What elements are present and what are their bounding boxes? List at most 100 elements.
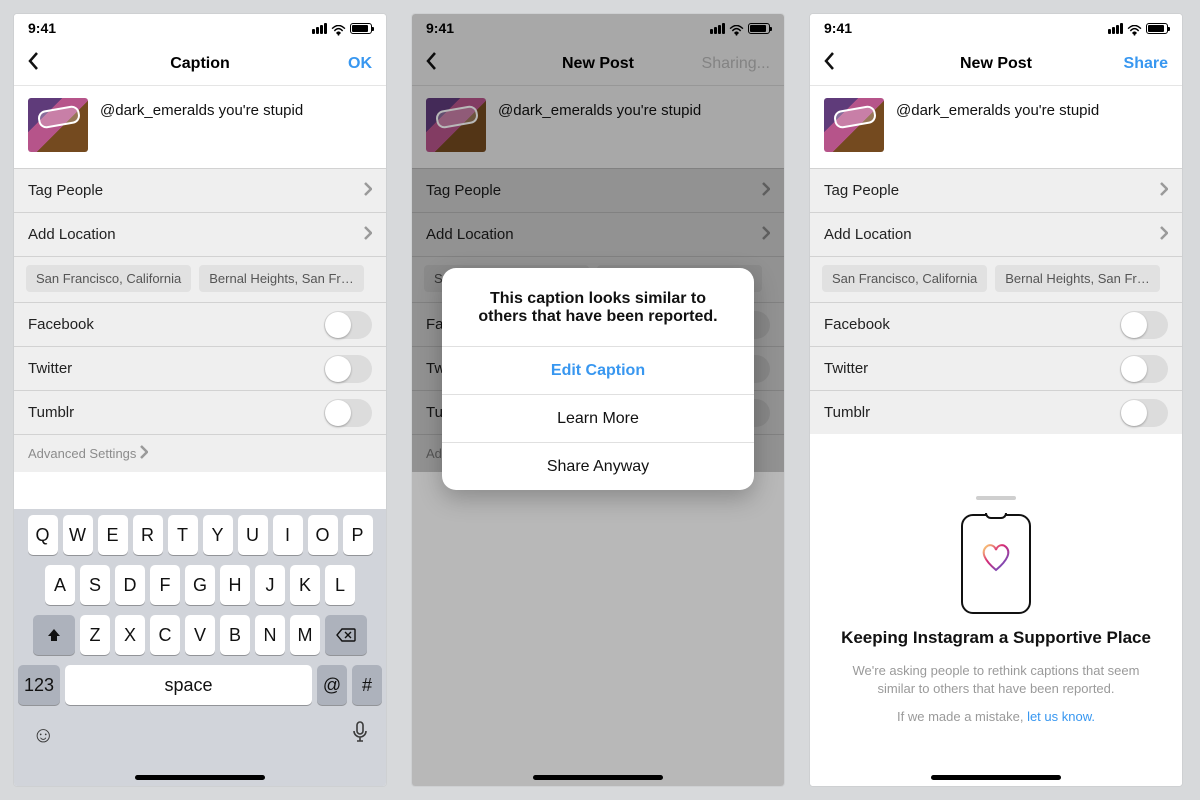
status-indicators xyxy=(312,23,372,34)
caption-row: @dark_emeralds you're stupid xyxy=(14,86,386,168)
toggle-switch[interactable] xyxy=(324,399,372,427)
key-space[interactable]: space xyxy=(65,665,312,705)
chevron-right-icon xyxy=(762,226,770,244)
phone-heart-illustration xyxy=(961,514,1031,614)
chevron-right-icon xyxy=(140,445,148,462)
home-indicator[interactable] xyxy=(135,775,265,780)
toggle-switch[interactable] xyxy=(1120,399,1168,427)
caption-row: @dark_emeralds you're stupid xyxy=(412,86,784,168)
key-h[interactable]: H xyxy=(220,565,250,605)
key-at[interactable]: @ xyxy=(317,665,347,705)
toggle-switch[interactable] xyxy=(1120,311,1168,339)
share-tumblr-row[interactable]: Tumblr xyxy=(810,390,1182,434)
key-c[interactable]: C xyxy=(150,615,180,655)
keyboard-row: ZXCVBNM xyxy=(18,615,382,655)
back-button[interactable] xyxy=(28,51,40,76)
edit-caption-button[interactable]: Edit Caption xyxy=(442,346,754,394)
home-indicator[interactable] xyxy=(931,775,1061,780)
share-facebook-row[interactable]: Facebook xyxy=(14,302,386,346)
key-123[interactable]: 123 xyxy=(18,665,60,705)
key-y[interactable]: Y xyxy=(203,515,233,555)
key-m[interactable]: M xyxy=(290,615,320,655)
let-us-know-link[interactable]: let us know. xyxy=(1027,709,1095,724)
sheet-body: We're asking people to rethink captions … xyxy=(832,662,1160,698)
key-backspace[interactable] xyxy=(325,615,367,655)
toggle-switch[interactable] xyxy=(324,355,372,383)
key-q[interactable]: Q xyxy=(28,515,58,555)
add-location-row[interactable]: Add Location xyxy=(810,212,1182,256)
sheet-grabber[interactable] xyxy=(976,496,1016,500)
battery-icon xyxy=(350,23,372,34)
row-label: Facebook xyxy=(824,316,890,333)
advanced-settings-row[interactable]: Advanced Settings xyxy=(14,434,386,472)
location-chip[interactable]: Bernal Heights, San Fr… xyxy=(199,265,364,292)
key-z[interactable]: Z xyxy=(80,615,110,655)
location-chip[interactable]: Bernal Heights, San Fr… xyxy=(995,265,1160,292)
share-tumblr-row[interactable]: Tumblr xyxy=(14,390,386,434)
mic-icon[interactable] xyxy=(352,721,368,748)
key-j[interactable]: J xyxy=(255,565,285,605)
key-l[interactable]: L xyxy=(325,565,355,605)
post-thumbnail xyxy=(426,98,486,152)
caption-input[interactable]: @dark_emeralds you're stupid xyxy=(100,98,303,119)
status-bar: 9:41 xyxy=(412,14,784,42)
post-thumbnail[interactable] xyxy=(28,98,88,152)
learn-more-button[interactable]: Learn More xyxy=(442,394,754,442)
keyboard-row: ASDFGHJKL xyxy=(18,565,382,605)
key-f[interactable]: F xyxy=(150,565,180,605)
back-button[interactable] xyxy=(426,51,438,76)
share-button[interactable]: Share xyxy=(1124,55,1168,73)
key-t[interactable]: T xyxy=(168,515,198,555)
screen-supportive-sheet: 9:41 New Post Share @dark_emeralds you'r… xyxy=(810,14,1182,786)
row-label: Tag People xyxy=(824,182,899,199)
share-facebook-row[interactable]: Facebook xyxy=(810,302,1182,346)
key-n[interactable]: N xyxy=(255,615,285,655)
share-twitter-row[interactable]: Twitter xyxy=(14,346,386,390)
keyboard[interactable]: QWERTYUIOP ASDFGHJKL ZXCVBNM 123 space @… xyxy=(14,509,386,786)
mistake-prefix: If we made a mistake, xyxy=(897,709,1027,724)
emoji-icon[interactable]: ☺ xyxy=(32,722,54,748)
key-s[interactable]: S xyxy=(80,565,110,605)
cellular-icon xyxy=(1108,23,1123,34)
key-v[interactable]: V xyxy=(185,615,215,655)
add-location-row: Add Location xyxy=(412,212,784,256)
key-shift[interactable] xyxy=(33,615,75,655)
toggle-switch[interactable] xyxy=(1120,355,1168,383)
toggle-switch[interactable] xyxy=(324,311,372,339)
key-w[interactable]: W xyxy=(63,515,93,555)
sheet-mistake-line: If we made a mistake, let us know. xyxy=(832,708,1160,726)
key-b[interactable]: B xyxy=(220,615,250,655)
home-indicator[interactable] xyxy=(533,775,663,780)
battery-icon xyxy=(748,23,770,34)
post-thumbnail[interactable] xyxy=(824,98,884,152)
key-d[interactable]: D xyxy=(115,565,145,605)
tag-people-row[interactable]: Tag People xyxy=(810,168,1182,212)
tag-people-row[interactable]: Tag People xyxy=(14,168,386,212)
ok-button[interactable]: OK xyxy=(348,55,372,73)
nav-bar: Caption OK xyxy=(14,42,386,86)
share-anyway-button[interactable]: Share Anyway xyxy=(442,442,754,490)
status-indicators xyxy=(1108,23,1168,34)
share-twitter-row[interactable]: Twitter xyxy=(810,346,1182,390)
status-indicators xyxy=(710,23,770,34)
key-a[interactable]: A xyxy=(45,565,75,605)
key-x[interactable]: X xyxy=(115,615,145,655)
caption-text[interactable]: @dark_emeralds you're stupid xyxy=(896,98,1099,119)
key-o[interactable]: O xyxy=(308,515,338,555)
add-location-row[interactable]: Add Location xyxy=(14,212,386,256)
row-label: Twitter xyxy=(824,360,868,377)
key-i[interactable]: I xyxy=(273,515,303,555)
key-r[interactable]: R xyxy=(133,515,163,555)
options-section: Tag People Add Location San Francisco, C… xyxy=(14,168,386,472)
cellular-icon xyxy=(710,23,725,34)
caption-row: @dark_emeralds you're stupid xyxy=(810,86,1182,168)
key-g[interactable]: G xyxy=(185,565,215,605)
key-hash[interactable]: # xyxy=(352,665,382,705)
key-e[interactable]: E xyxy=(98,515,128,555)
back-button[interactable] xyxy=(824,51,836,76)
key-k[interactable]: K xyxy=(290,565,320,605)
key-p[interactable]: P xyxy=(343,515,373,555)
location-chip[interactable]: San Francisco, California xyxy=(822,265,987,292)
location-chip[interactable]: San Francisco, California xyxy=(26,265,191,292)
key-u[interactable]: U xyxy=(238,515,268,555)
